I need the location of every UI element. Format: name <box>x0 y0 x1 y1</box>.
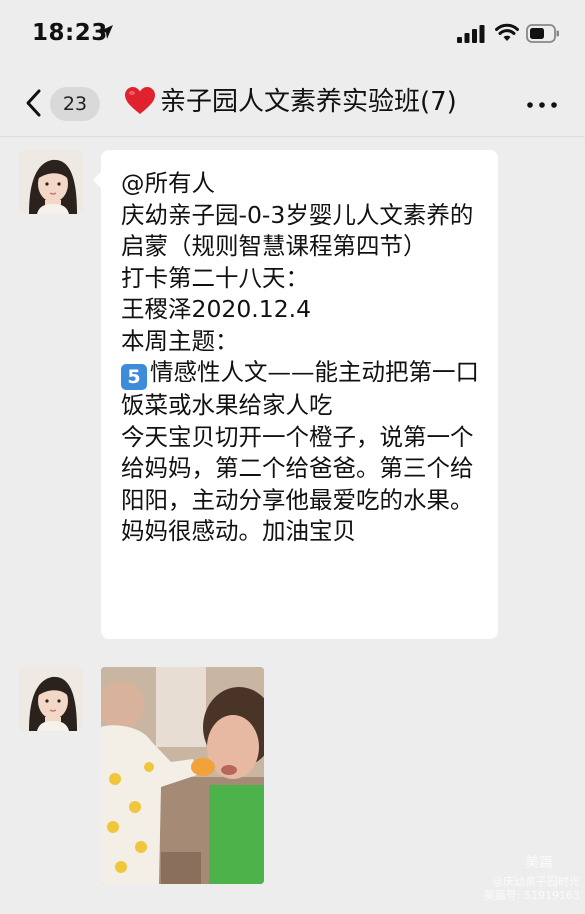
back-chevron-icon[interactable] <box>24 88 42 118</box>
watermark-name: @庆幼亲子园时光 <box>492 875 580 888</box>
battery-icon <box>526 24 559 43</box>
message-text-part-1: @所有人 庆幼亲子园-0-3岁婴儿人文素养的启蒙（规则智慧课程第四节） 打卡第二… <box>121 169 474 355</box>
location-arrow-icon <box>99 25 113 39</box>
wifi-icon <box>495 23 519 41</box>
message-text-part-2: 情感性人文——能主动把第一口饭菜或水果给家人吃 今天宝贝切开一个橙子，说第一个给… <box>121 358 479 545</box>
red-heart-icon <box>125 87 155 114</box>
avatar-portrait-image-2 <box>19 667 83 731</box>
text-message-bubble[interactable]: @所有人 庆幼亲子园-0-3岁婴儿人文素养的启蒙（规则智慧课程第四节） 打卡第二… <box>93 150 498 639</box>
status-time: 18:23 <box>32 20 108 46</box>
chat-title[interactable]: 亲子园人文素养实验班(7) <box>160 84 457 120</box>
chat-header: 23 亲子园人文素养实验班(7) <box>0 70 585 137</box>
avatar-portrait-image <box>19 150 83 214</box>
watermark-id: 美篇号: 51919163 <box>483 889 580 902</box>
keycap-number-five-icon: 5 <box>121 364 147 390</box>
photo-child-feeding-mother <box>101 667 264 884</box>
cellular-signal-icon <box>457 25 485 43</box>
more-options-icon[interactable] <box>527 102 557 108</box>
image-message[interactable] <box>101 667 264 884</box>
status-bar: 18:23 <box>0 0 585 70</box>
unread-count-badge[interactable]: 23 <box>50 87 100 121</box>
message-text: @所有人 庆幼亲子园-0-3岁婴儿人文素养的启蒙（规则智慧课程第四节） 打卡第二… <box>121 168 486 548</box>
photo-watermark: @庆幼亲子园时光 美篇号: 51919163 <box>468 855 580 903</box>
sender-avatar[interactable] <box>19 150 83 214</box>
sender-avatar-2[interactable] <box>19 667 83 731</box>
